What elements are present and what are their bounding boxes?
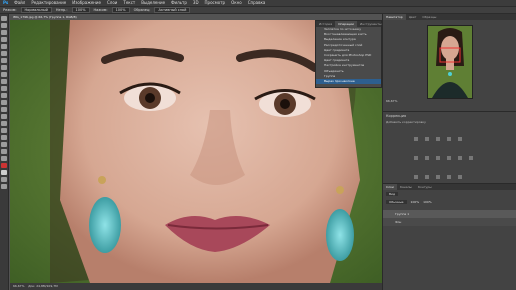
history-panel: История Операции Инструменты Заплатка по… xyxy=(315,20,382,88)
adjustments-panel: Коррекция Добавить корректировку xyxy=(383,112,516,184)
blend-mode-select[interactable]: Обычные xyxy=(386,200,407,204)
channel-mixer-icon[interactable] xyxy=(458,156,463,160)
navigator-thumbnail[interactable] xyxy=(426,25,473,99)
dodge-tool-icon[interactable] xyxy=(1,114,7,119)
thumbnail-image xyxy=(427,26,472,98)
adjustment-icons xyxy=(383,124,516,187)
layer-row-background[interactable]: Фон xyxy=(383,218,516,226)
tab-layers[interactable]: Слои xyxy=(383,184,397,190)
photo-filter-icon[interactable] xyxy=(447,156,452,160)
brightness-icon[interactable] xyxy=(414,137,418,141)
flow-label: Нажим: xyxy=(93,8,108,12)
layer-opacity[interactable]: 100% xyxy=(411,200,420,204)
layer-name: Фон xyxy=(395,220,402,224)
blur-tool-icon[interactable] xyxy=(1,107,7,112)
screen-mode-icon[interactable] xyxy=(1,184,7,189)
invert-icon[interactable] xyxy=(414,175,418,179)
navigator-panel: Навигатор Цвет Образцы 66,67% xyxy=(383,14,516,112)
hue-saturation-icon[interactable] xyxy=(414,156,418,160)
eyedropper-tool-icon[interactable] xyxy=(1,58,7,63)
tab-color[interactable]: Цвет xyxy=(406,14,420,20)
layer-name: Группа 1 xyxy=(395,212,410,216)
adjustments-title: Коррекция xyxy=(386,114,407,118)
background-color-swatch[interactable] xyxy=(1,170,7,175)
healing-brush-tool-icon[interactable] xyxy=(1,65,7,70)
quick-select-tool-icon[interactable] xyxy=(1,37,7,42)
opacity-label: Непр.: xyxy=(55,8,68,12)
lasso-tool-icon[interactable] xyxy=(1,30,7,35)
move-tool-icon[interactable] xyxy=(1,16,7,21)
hand-tool-icon[interactable] xyxy=(1,149,7,154)
black-white-icon[interactable] xyxy=(436,156,441,160)
marquee-tool-icon[interactable] xyxy=(1,23,7,28)
levels-icon[interactable] xyxy=(425,137,430,141)
tab-tools[interactable]: Инструменты xyxy=(357,21,384,27)
brush-tool-icon[interactable] xyxy=(1,72,7,77)
tab-navigator[interactable]: Навигатор xyxy=(383,14,406,20)
pen-tool-icon[interactable] xyxy=(1,121,7,126)
clone-stamp-tool-icon[interactable] xyxy=(1,79,7,84)
mode-select[interactable]: Нормальный xyxy=(20,7,52,13)
sample-select[interactable]: Активный слой xyxy=(154,7,191,13)
tab-paths[interactable]: Контуры xyxy=(415,184,435,190)
document-size: Док: 24,8М/109,7М xyxy=(28,284,58,288)
frame-tool-icon[interactable] xyxy=(1,51,7,56)
sample-label: Образец: xyxy=(133,8,151,12)
tab-swatches[interactable]: Образцы xyxy=(419,14,439,20)
status-bar: 66,67% Док: 24,8М/109,7М xyxy=(10,283,382,290)
zoom-tool-icon[interactable] xyxy=(1,156,7,161)
type-tool-icon[interactable] xyxy=(1,128,7,133)
layer-row-group[interactable]: Группа 1 xyxy=(383,210,516,218)
quick-mask-icon[interactable] xyxy=(1,177,7,182)
eraser-tool-icon[interactable] xyxy=(1,93,7,98)
posterize-icon[interactable] xyxy=(425,175,430,179)
shape-tool-icon[interactable] xyxy=(1,142,7,147)
layers-filter-row: Вид xyxy=(383,190,516,198)
layers-panel: Слои Каналы Контуры Вид Обычные 100% 100… xyxy=(383,184,516,290)
opacity-input[interactable]: 100% xyxy=(71,7,90,13)
path-select-tool-icon[interactable] xyxy=(1,135,7,140)
foreground-color-swatch[interactable] xyxy=(1,163,7,168)
tab-channels[interactable]: Каналы xyxy=(397,184,415,190)
vibrance-icon[interactable] xyxy=(458,137,463,141)
color-balance-icon[interactable] xyxy=(425,156,430,160)
tools-panel xyxy=(0,14,9,290)
threshold-icon[interactable] xyxy=(436,175,441,179)
gradient-map-icon[interactable] xyxy=(447,175,452,179)
history-row[interactable]: Вырез при наклоне xyxy=(316,78,381,85)
gradient-tool-icon[interactable] xyxy=(1,100,7,105)
mode-label: Режим: xyxy=(3,8,17,12)
crop-tool-icon[interactable] xyxy=(1,44,7,49)
history-brush-tool-icon[interactable] xyxy=(1,86,7,91)
layer-filter-select[interactable]: Вид xyxy=(386,192,399,196)
curves-icon[interactable] xyxy=(436,137,441,141)
flow-input[interactable]: 100% xyxy=(111,7,130,13)
exposure-icon[interactable] xyxy=(447,137,452,141)
color-lookup-icon[interactable] xyxy=(469,156,474,160)
selective-color-icon[interactable] xyxy=(458,175,463,179)
zoom-readout[interactable]: 66,67% xyxy=(13,284,24,288)
right-dock: Навигатор Цвет Образцы 66,67% Коррекция … xyxy=(382,14,516,290)
layer-fill[interactable]: 100% xyxy=(423,200,432,204)
navigator-panel-tabs: Навигатор Цвет Образцы xyxy=(383,14,516,20)
layers-blend-row: Обычные 100% 100% xyxy=(383,198,516,206)
options-bar: Режим: Нормальный Непр.: 100% Нажим: 100… xyxy=(0,6,516,14)
